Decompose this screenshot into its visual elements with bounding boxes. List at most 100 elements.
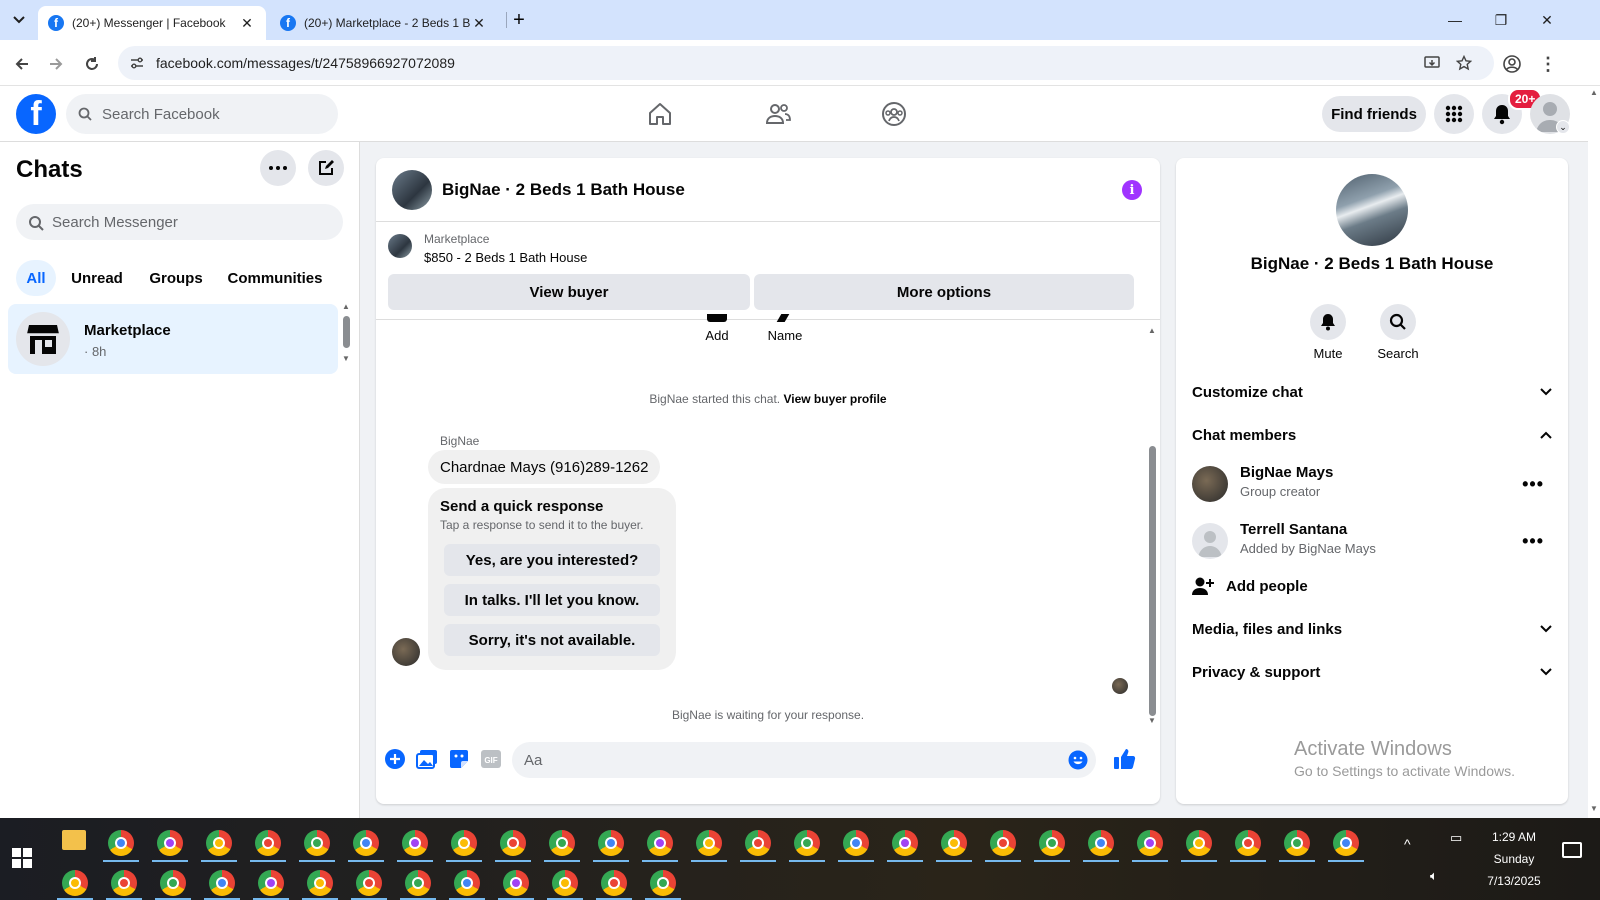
sticker-button[interactable] [448, 748, 470, 770]
message-bubble[interactable]: Chardnae Mays (916)289-1262 [428, 450, 661, 484]
chrome-taskbar-icon[interactable] [356, 870, 382, 896]
home-nav-button[interactable] [640, 94, 680, 134]
new-message-button[interactable] [308, 150, 344, 186]
chrome-taskbar-icon[interactable] [1333, 830, 1359, 856]
chrome-taskbar-icon[interactable] [552, 870, 578, 896]
add-people-row[interactable]: Add people [1192, 568, 1552, 604]
chrome-taskbar-icon[interactable] [258, 870, 284, 896]
chrome-taskbar-icon[interactable] [157, 830, 183, 856]
more-actions-button[interactable] [384, 748, 406, 770]
chrome-taskbar-icon[interactable] [255, 830, 281, 856]
close-window-button[interactable]: ✕ [1524, 0, 1570, 40]
member-options-icon[interactable]: ••• [1522, 531, 1544, 552]
privacy-support-row[interactable]: Privacy & support [1192, 654, 1552, 690]
address-bar[interactable]: facebook.com/messages/t/2475896692707208… [118, 46, 1494, 80]
chrome-taskbar-icon[interactable] [941, 830, 967, 856]
facebook-search-input[interactable]: Search Facebook [66, 94, 338, 134]
chats-options-button[interactable] [260, 150, 296, 186]
chrome-taskbar-icon[interactable] [62, 870, 88, 896]
chrome-taskbar-icon[interactable] [647, 830, 673, 856]
chrome-taskbar-icon[interactable] [108, 830, 134, 856]
find-friends-button[interactable]: Find friends [1322, 96, 1426, 132]
chrome-taskbar-icon[interactable] [405, 870, 431, 896]
chrome-taskbar-icon[interactable] [1088, 830, 1114, 856]
mute-button[interactable]: Mute [1298, 304, 1358, 361]
close-tab-icon[interactable]: ✕ [470, 15, 488, 32]
tab-marketplace[interactable]: f (20+) Marketplace - 2 Beds 1 Ba ✕ [270, 6, 498, 40]
view-buyer-button[interactable]: View buyer [388, 274, 750, 310]
volume-icon[interactable]: 🔈︎ [1430, 868, 1438, 884]
chrome-taskbar-icon[interactable] [1235, 830, 1261, 856]
start-button[interactable] [12, 848, 34, 870]
chrome-taskbar-icon[interactable] [601, 870, 627, 896]
chrome-taskbar-icon[interactable] [454, 870, 480, 896]
chrome-taskbar-icon[interactable] [794, 830, 820, 856]
forward-button[interactable] [42, 50, 70, 78]
minimize-button[interactable]: — [1432, 0, 1478, 40]
chrome-taskbar-icon[interactable] [402, 830, 428, 856]
system-clock[interactable]: 1:29 AM Sunday 7/13/2025 [1474, 826, 1554, 892]
filter-communities[interactable]: Communities [220, 260, 330, 296]
more-options-button[interactable]: More options [754, 274, 1134, 310]
view-buyer-profile-link[interactable]: View buyer profile [783, 392, 886, 406]
back-button[interactable] [8, 50, 36, 78]
search-conversation-button[interactable]: Search [1368, 304, 1428, 361]
filter-groups[interactable]: Groups [140, 260, 212, 296]
reload-button[interactable] [78, 50, 106, 78]
quick-response-button[interactable]: Sorry, it's not available. [444, 624, 660, 656]
tab-messenger[interactable]: f (20+) Messenger | Facebook ✕ [38, 6, 266, 40]
page-scrollbar[interactable]: ▲ ▼ [1588, 86, 1600, 818]
filter-all[interactable]: All [16, 260, 56, 296]
filter-unread[interactable]: Unread [64, 260, 130, 296]
chrome-taskbar-icon[interactable] [1186, 830, 1212, 856]
browser-menu-button[interactable]: ⋮ [1534, 50, 1562, 78]
member-options-icon[interactable]: ••• [1522, 474, 1544, 495]
chrome-taskbar-icon[interactable] [696, 830, 722, 856]
show-hidden-icons-button[interactable]: ^ [1404, 836, 1411, 852]
quick-response-button[interactable]: In talks. I'll let you know. [444, 584, 660, 616]
attach-photo-button[interactable] [416, 748, 438, 770]
file-explorer-icon[interactable] [62, 830, 86, 850]
chrome-taskbar-icon[interactable] [990, 830, 1016, 856]
chrome-taskbar-icon[interactable] [598, 830, 624, 856]
chrome-taskbar-icon[interactable] [209, 870, 235, 896]
chrome-taskbar-icon[interactable] [745, 830, 771, 856]
quick-response-button[interactable]: Yes, are you interested? [444, 544, 660, 576]
close-tab-icon[interactable]: ✕ [238, 15, 256, 32]
chrome-taskbar-icon[interactable] [1039, 830, 1065, 856]
like-button[interactable] [1112, 746, 1138, 772]
gif-button[interactable]: GIF [480, 748, 502, 770]
conversation-photo[interactable] [1336, 174, 1408, 246]
chrome-taskbar-icon[interactable] [500, 830, 526, 856]
chat-list-scrollbar[interactable]: ▲ ▼ [342, 302, 350, 368]
chrome-taskbar-icon[interactable] [843, 830, 869, 856]
tab-search-button[interactable] [6, 8, 32, 32]
chrome-taskbar-icon[interactable] [503, 870, 529, 896]
chrome-taskbar-icon[interactable] [650, 870, 676, 896]
info-icon[interactable]: i [1122, 180, 1142, 200]
message-input[interactable]: Aa [512, 742, 1096, 778]
notification-center-button[interactable] [1562, 842, 1582, 858]
add-action[interactable]: Add [694, 314, 740, 343]
chrome-taskbar-icon[interactable] [307, 870, 333, 896]
chrome-taskbar-icon[interactable] [549, 830, 575, 856]
conversation-avatar[interactable] [392, 170, 432, 210]
friends-nav-button[interactable] [758, 94, 798, 134]
menu-button[interactable] [1434, 94, 1474, 134]
listing-title[interactable]: $850 - 2 Beds 1 Bath House [424, 250, 587, 265]
chrome-taskbar-icon[interactable] [1137, 830, 1163, 856]
chrome-taskbar-icon[interactable] [206, 830, 232, 856]
groups-nav-button[interactable] [874, 94, 914, 134]
media-files-row[interactable]: Media, files and links [1192, 611, 1552, 647]
network-icon[interactable]: ▭ [1450, 830, 1462, 846]
messenger-search-input[interactable]: Search Messenger [16, 204, 343, 240]
chat-list-item[interactable]: Marketplace · 8h [8, 304, 338, 374]
facebook-logo-icon[interactable]: f [16, 94, 56, 134]
name-action[interactable]: Name [760, 314, 810, 343]
chrome-taskbar-icon[interactable] [1284, 830, 1310, 856]
chrome-taskbar-icon[interactable] [304, 830, 330, 856]
chrome-taskbar-icon[interactable] [111, 870, 137, 896]
thread-scrollbar[interactable]: ▲ ▼ [1148, 326, 1156, 725]
chrome-taskbar-icon[interactable] [451, 830, 477, 856]
conversation-title[interactable]: BigNae · 2 Beds 1 Bath House [442, 180, 685, 200]
